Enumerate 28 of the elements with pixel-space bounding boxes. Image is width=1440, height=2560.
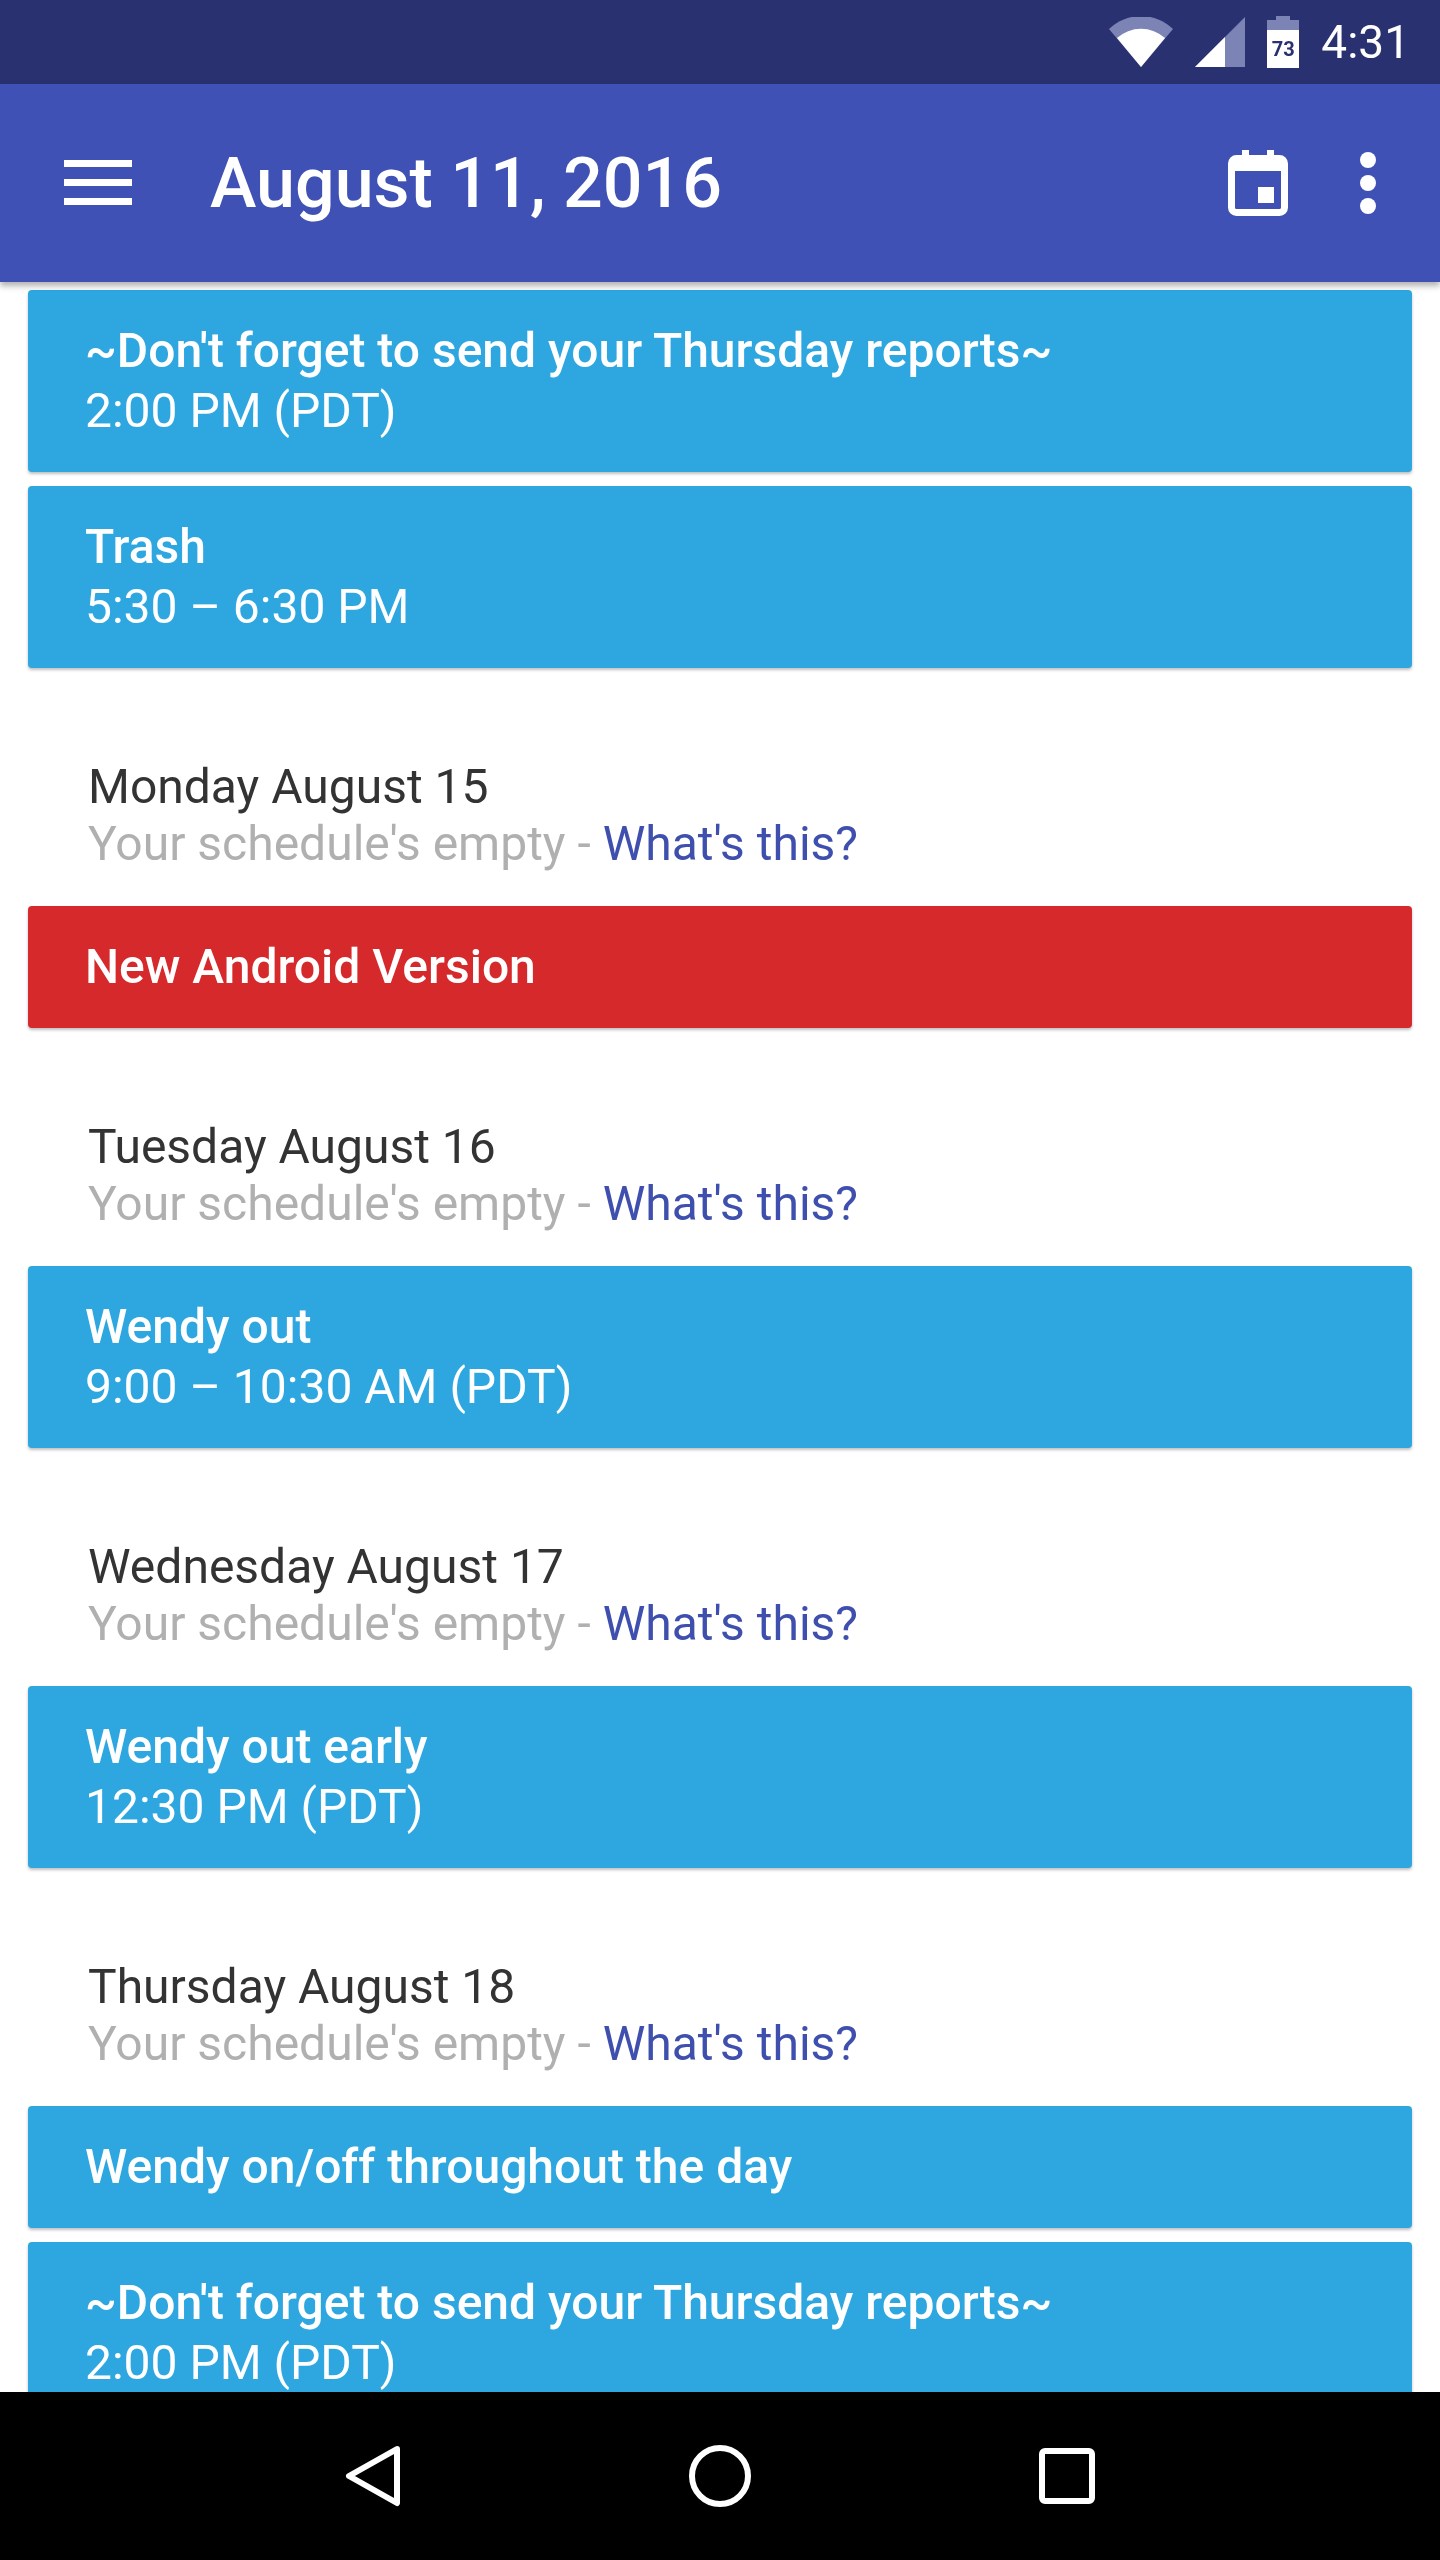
empty-schedule-text: Your schedule's empty - xyxy=(88,1595,591,1652)
whats-this-link[interactable]: What's this? xyxy=(602,815,859,872)
wifi-icon xyxy=(1109,17,1174,67)
day-heading: Tuesday August 16 xyxy=(88,1118,496,1175)
home-icon xyxy=(688,2444,752,2508)
event-card[interactable]: Trash 5:30 – 6:30 PM xyxy=(28,486,1412,668)
menu-icon xyxy=(64,160,132,206)
more-options-icon xyxy=(1358,151,1378,215)
event-card[interactable]: Wendy out early 12:30 PM (PDT) xyxy=(28,1686,1412,1868)
day-heading: Monday August 15 xyxy=(88,758,489,815)
event-card[interactable]: ~Don't forget to send your Thursday reports~ 2:00 PM (PDT) xyxy=(28,2242,1412,2392)
whats-this-link[interactable]: What's this? xyxy=(602,2015,859,2072)
event-card[interactable]: ~Don't forget to send your Thursday reports~ 2:00 PM (PDT) xyxy=(28,290,1412,472)
empty-schedule-text: Your schedule's empty - xyxy=(88,2015,591,2072)
back-icon xyxy=(345,2445,402,2507)
clock: 4:31 xyxy=(1321,19,1410,65)
signal-icon xyxy=(1195,17,1246,67)
whats-this-link[interactable]: What's this? xyxy=(602,1175,859,1232)
calendar-icon xyxy=(1228,150,1288,216)
event-card[interactable]: Wendy out 9:00 – 10:30 AM (PDT) xyxy=(28,1266,1412,1448)
day-heading: Wednesday August 17 xyxy=(88,1538,564,1595)
empty-schedule-text: Your schedule's empty - xyxy=(88,815,591,872)
event-card[interactable]: Wendy on/off throughout the day xyxy=(28,2106,1412,2228)
event-card[interactable]: New Android Version xyxy=(28,906,1412,1028)
day-heading: Thursday August 18 xyxy=(88,1958,516,2015)
whats-this-link[interactable]: What's this? xyxy=(602,1595,859,1652)
empty-schedule-text: Your schedule's empty - xyxy=(88,1175,591,1232)
recents-icon xyxy=(1038,2448,1095,2504)
